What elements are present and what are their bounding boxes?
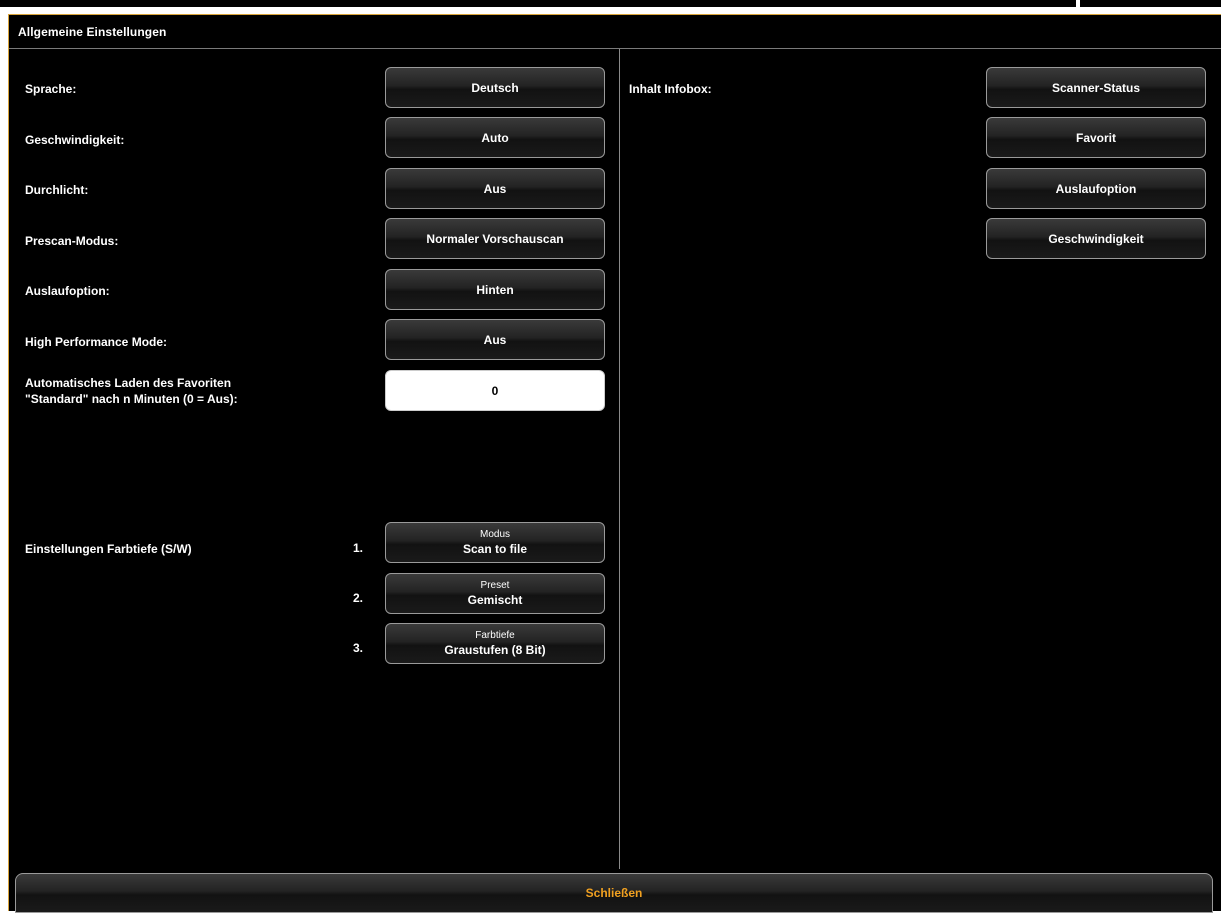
autoload-label-line2: "Standard" nach n Minuten (0 = Aus):: [25, 392, 238, 406]
autoload-label-line1: Automatisches Laden des Favoriten: [25, 376, 232, 390]
color-depth-caption: Farbtiefe: [475, 630, 515, 641]
mode-button[interactable]: Modus Scan to file: [385, 522, 605, 563]
settings-dialog: Allgemeine Einstellungen Sprache: Deutsc…: [8, 14, 1221, 913]
infobox-content-label: Inhalt Infobox:: [629, 82, 712, 96]
transmitted-light-label: Durchlicht:: [25, 183, 89, 197]
infobox-favorite-button[interactable]: Favorit: [986, 117, 1206, 158]
dialog-header: Allgemeine Einstellungen: [9, 15, 1221, 49]
color-depth-step-1-number: 1.: [353, 541, 364, 555]
mode-caption: Modus: [479, 529, 510, 540]
color-depth-button[interactable]: Farbtiefe Graustufen (8 Bit): [385, 623, 605, 664]
color-depth-value: Graustufen (8 Bit): [444, 643, 546, 657]
high-performance-label: High Performance Mode:: [25, 335, 168, 349]
preset-value: Gemischt: [467, 593, 523, 607]
infobox-output-option-button[interactable]: Auslaufoption: [986, 168, 1206, 209]
preset-caption: Preset: [480, 580, 510, 591]
top-bar-gap: [1076, 0, 1080, 7]
language-button[interactable]: Deutsch: [385, 67, 605, 108]
output-option-label: Auslaufoption:: [25, 284, 110, 298]
color-depth-step-3-number: 3.: [353, 641, 364, 655]
autoload-minutes-input[interactable]: 0: [385, 370, 605, 411]
speed-button[interactable]: Auto: [385, 117, 605, 158]
color-depth-label: Einstellungen Farbtiefe (S/W): [25, 542, 192, 556]
color-depth-step-2-number: 2.: [353, 591, 364, 605]
high-performance-button[interactable]: Aus: [385, 319, 605, 360]
infobox-scanner-status-button[interactable]: Scanner-Status: [986, 67, 1206, 108]
prescan-mode-button[interactable]: Normaler Vorschauscan: [385, 218, 605, 259]
mode-value: Scan to file: [462, 542, 527, 556]
language-label: Sprache:: [25, 82, 77, 96]
column-divider: [619, 49, 620, 869]
prescan-mode-label: Prescan-Modus:: [25, 234, 119, 248]
close-button[interactable]: Schließen: [15, 873, 1213, 913]
preset-button[interactable]: Preset Gemischt: [385, 573, 605, 614]
transmitted-light-button[interactable]: Aus: [385, 168, 605, 209]
infobox-speed-button[interactable]: Geschwindigkeit: [986, 218, 1206, 259]
speed-label: Geschwindigkeit:: [25, 133, 125, 147]
top-bar: [0, 0, 1221, 7]
dialog-title: Allgemeine Einstellungen: [18, 25, 167, 39]
output-option-button[interactable]: Hinten: [385, 269, 605, 310]
